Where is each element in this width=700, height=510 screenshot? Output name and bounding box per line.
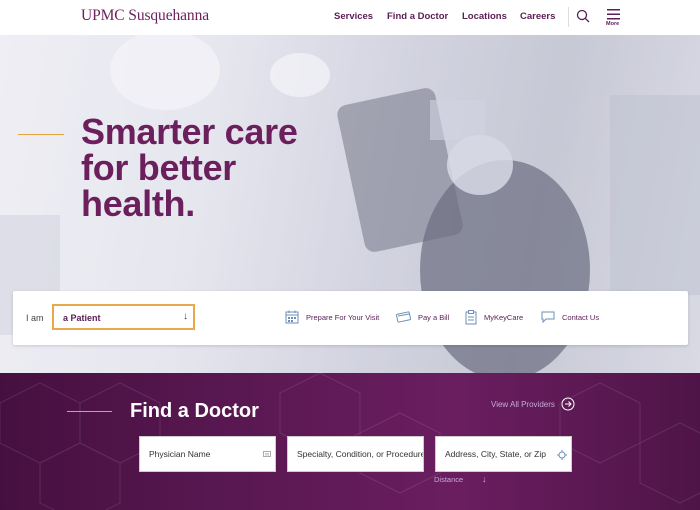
find-a-doctor-title: Find a Doctor: [130, 400, 259, 422]
site-logo[interactable]: UPMC Susquehanna: [81, 7, 209, 25]
id-card-icon: [263, 451, 271, 457]
more-label[interactable]: More: [606, 21, 619, 27]
search-icon[interactable]: [576, 9, 590, 23]
nav-divider: [568, 7, 569, 27]
hero-title: Smarter care for better health.: [81, 111, 298, 224]
arrow-right-circle-icon: [561, 397, 575, 411]
contact-us-link[interactable]: Contact Us: [541, 309, 599, 325]
address-input[interactable]: [436, 437, 571, 471]
view-all-providers-link[interactable]: View All Providers: [491, 397, 575, 411]
credit-card-icon: [396, 311, 411, 323]
distance-label[interactable]: Distance: [434, 475, 463, 484]
quick-action-bar: I am a Patient ↓ Prepare For Your Visit …: [13, 291, 688, 345]
nav-find-a-doctor[interactable]: Find a Doctor: [387, 11, 448, 22]
chat-bubble-icon: [541, 311, 555, 323]
prepare-for-visit-link[interactable]: Prepare For Your Visit: [285, 309, 379, 325]
calendar-icon: [285, 310, 299, 324]
hamburger-menu-icon[interactable]: [607, 9, 620, 20]
clipboard-icon: [465, 309, 477, 324]
nav-locations[interactable]: Locations: [462, 11, 507, 22]
arrow-down-icon[interactable]: ↓: [482, 474, 487, 484]
mykeycare-link[interactable]: MyKeyCare: [465, 309, 523, 325]
specialty-field: [287, 436, 424, 472]
address-field: [435, 436, 572, 472]
physician-name-field: [139, 436, 276, 472]
nav-careers[interactable]: Careers: [520, 11, 555, 22]
hero-accent-line: [18, 134, 64, 135]
pay-a-bill-link[interactable]: Pay a Bill: [396, 309, 449, 325]
specialty-input[interactable]: [288, 437, 423, 471]
physician-name-input[interactable]: [140, 437, 275, 471]
nav-services[interactable]: Services: [334, 11, 373, 22]
role-select[interactable]: a Patient ↓: [52, 304, 195, 330]
locate-crosshair-icon[interactable]: [557, 450, 567, 460]
arrow-down-icon: ↓: [183, 311, 188, 322]
site-header: UPMC Susquehanna Services Find a Doctor …: [0, 0, 700, 35]
role-selected-value: a Patient: [63, 313, 101, 323]
i-am-label: I am: [26, 313, 44, 323]
fad-accent-line: [67, 411, 112, 412]
find-a-doctor-section: Find a Doctor View All Providers Distanc…: [0, 373, 700, 510]
